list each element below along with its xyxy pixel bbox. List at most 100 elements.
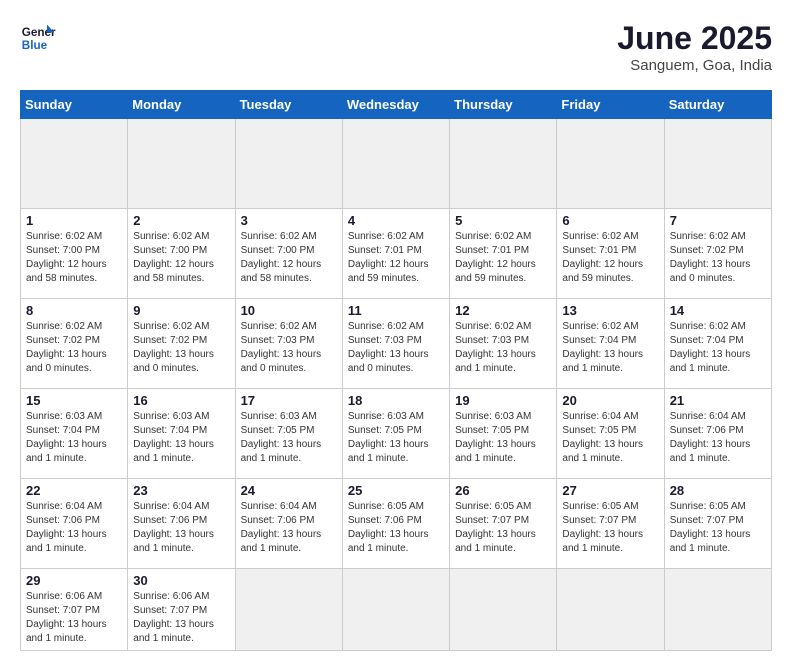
day-detail: Sunrise: 6:02 AMSunset: 7:03 PMDaylight:… xyxy=(241,320,337,376)
day-of-week-header: Saturday xyxy=(664,91,771,119)
day-detail: Sunrise: 6:04 AMSunset: 7:05 PMDaylight:… xyxy=(562,410,658,466)
month-title: June 2025 xyxy=(617,20,772,57)
day-detail: Sunrise: 6:05 AMSunset: 7:06 PMDaylight:… xyxy=(348,500,444,556)
day-detail: Sunrise: 6:03 AMSunset: 7:05 PMDaylight:… xyxy=(455,410,551,466)
day-detail: Sunrise: 6:03 AMSunset: 7:05 PMDaylight:… xyxy=(241,410,337,466)
logo: General Blue xyxy=(20,20,56,56)
calendar-day-cell: 20 Sunrise: 6:04 AMSunset: 7:05 PMDayligh… xyxy=(557,389,664,479)
day-number: 19 xyxy=(455,393,551,408)
day-of-week-header: Monday xyxy=(128,91,235,119)
calendar-week-row: 15 Sunrise: 6:03 AMSunset: 7:04 PMDayligh… xyxy=(21,389,772,479)
day-detail: Sunrise: 6:03 AMSunset: 7:05 PMDaylight:… xyxy=(348,410,444,466)
day-detail: Sunrise: 6:05 AMSunset: 7:07 PMDaylight:… xyxy=(670,500,766,556)
day-number: 5 xyxy=(455,213,551,228)
calendar-day-cell: 4 Sunrise: 6:02 AMSunset: 7:01 PMDaylight… xyxy=(342,209,449,299)
day-number: 1 xyxy=(26,213,122,228)
svg-text:General: General xyxy=(22,26,56,39)
calendar-day-cell: 15 Sunrise: 6:03 AMSunset: 7:04 PMDayligh… xyxy=(21,389,128,479)
calendar-day-cell: 16 Sunrise: 6:03 AMSunset: 7:04 PMDayligh… xyxy=(128,389,235,479)
calendar-day-cell: 24Sunrise: 6:04 AMSunset: 7:06 PMDayligh… xyxy=(235,479,342,569)
calendar-day-cell: 7 Sunrise: 6:02 AMSunset: 7:02 PMDaylight… xyxy=(664,209,771,299)
calendar-day-cell xyxy=(557,569,664,651)
calendar-day-cell xyxy=(664,569,771,651)
calendar-day-cell xyxy=(21,119,128,209)
calendar-table: SundayMondayTuesdayWednesdayThursdayFrid… xyxy=(20,90,772,651)
logo-icon: General Blue xyxy=(20,20,56,56)
day-number: 29 xyxy=(26,573,122,588)
day-number: 16 xyxy=(133,393,229,408)
calendar-week-row: 29 Sunrise: 6:06 AMSunset: 7:07 PMDayligh… xyxy=(21,569,772,651)
day-detail: Sunrise: 6:02 AMSunset: 7:04 PMDaylight:… xyxy=(670,320,766,376)
day-number: 20 xyxy=(562,393,658,408)
calendar-day-cell xyxy=(557,119,664,209)
calendar-day-cell: 2Sunrise: 6:02 AMSunset: 7:00 PMDaylight… xyxy=(128,209,235,299)
day-number: 6 xyxy=(562,213,658,228)
day-number: 21 xyxy=(670,393,766,408)
calendar-day-cell: 8Sunrise: 6:02 AMSunset: 7:02 PMDaylight… xyxy=(21,299,128,389)
calendar-day-cell xyxy=(342,569,449,651)
calendar-day-cell: 28 Sunrise: 6:05 AMSunset: 7:07 PMDayligh… xyxy=(664,479,771,569)
calendar-day-cell: 11 Sunrise: 6:02 AMSunset: 7:03 PMDayligh… xyxy=(342,299,449,389)
calendar-day-cell xyxy=(235,119,342,209)
calendar-day-cell: 17 Sunrise: 6:03 AMSunset: 7:05 PMDayligh… xyxy=(235,389,342,479)
svg-text:Blue: Blue xyxy=(22,39,48,52)
calendar-day-cell: 19 Sunrise: 6:03 AMSunset: 7:05 PMDayligh… xyxy=(450,389,557,479)
day-number: 17 xyxy=(241,393,337,408)
day-number: 27 xyxy=(562,483,658,498)
day-detail: Sunrise: 6:03 AMSunset: 7:04 PMDaylight:… xyxy=(26,410,122,466)
day-detail: Sunrise: 6:02 AMSunset: 7:01 PMDaylight:… xyxy=(348,230,444,286)
calendar-day-cell: 29 Sunrise: 6:06 AMSunset: 7:07 PMDayligh… xyxy=(21,569,128,651)
day-number: 13 xyxy=(562,303,658,318)
day-detail: Sunrise: 6:02 AMSunset: 7:00 PMDaylight:… xyxy=(241,230,337,286)
day-number: 2 xyxy=(133,213,229,228)
day-number: 8 xyxy=(26,303,122,318)
day-detail: Sunrise: 6:02 AMSunset: 7:03 PMDaylight:… xyxy=(348,320,444,376)
day-number: 10 xyxy=(241,303,337,318)
day-number: 11 xyxy=(348,303,444,318)
calendar-week-row: 1 Sunrise: 6:02 AMSunset: 7:00 PMDaylight… xyxy=(21,209,772,299)
day-number: 3 xyxy=(241,213,337,228)
day-detail: Sunrise: 6:06 AMSunset: 7:07 PMDaylight:… xyxy=(133,590,229,646)
day-number: 18 xyxy=(348,393,444,408)
page-header: General Blue June 2025 Sanguem, Goa, Ind… xyxy=(20,20,772,74)
calendar-day-cell: 27 Sunrise: 6:05 AMSunset: 7:07 PMDayligh… xyxy=(557,479,664,569)
calendar-day-cell xyxy=(235,569,342,651)
day-number: 24 xyxy=(241,483,337,498)
day-number: 9 xyxy=(133,303,229,318)
day-of-week-header: Wednesday xyxy=(342,91,449,119)
calendar-week-row: 8Sunrise: 6:02 AMSunset: 7:02 PMDaylight… xyxy=(21,299,772,389)
calendar-day-cell: 22Sunrise: 6:04 AMSunset: 7:06 PMDayligh… xyxy=(21,479,128,569)
calendar-day-cell: 6Sunrise: 6:02 AMSunset: 7:01 PMDaylight… xyxy=(557,209,664,299)
calendar-day-cell: 9Sunrise: 6:02 AMSunset: 7:02 PMDaylight… xyxy=(128,299,235,389)
calendar-day-cell xyxy=(128,119,235,209)
subtitle: Sanguem, Goa, India xyxy=(617,57,772,74)
calendar-day-cell: 5Sunrise: 6:02 AMSunset: 7:01 PMDaylight… xyxy=(450,209,557,299)
day-of-week-header: Tuesday xyxy=(235,91,342,119)
day-detail: Sunrise: 6:03 AMSunset: 7:04 PMDaylight:… xyxy=(133,410,229,466)
calendar-day-cell: 1Sunrise: 6:02 AMSunset: 7:00 PMDaylight… xyxy=(21,209,128,299)
calendar-day-cell: 25 Sunrise: 6:05 AMSunset: 7:06 PMDayligh… xyxy=(342,479,449,569)
day-number: 26 xyxy=(455,483,551,498)
calendar-day-cell xyxy=(450,569,557,651)
day-detail: Sunrise: 6:02 AMSunset: 7:03 PMDaylight:… xyxy=(455,320,551,376)
calendar-day-cell xyxy=(450,119,557,209)
day-number: 22 xyxy=(26,483,122,498)
title-area: June 2025 Sanguem, Goa, India xyxy=(617,20,772,74)
day-of-week-header: Friday xyxy=(557,91,664,119)
day-of-week-header: Sunday xyxy=(21,91,128,119)
day-number: 7 xyxy=(670,213,766,228)
day-number: 28 xyxy=(670,483,766,498)
day-detail: Sunrise: 6:05 AMSunset: 7:07 PMDaylight:… xyxy=(455,500,551,556)
day-number: 25 xyxy=(348,483,444,498)
calendar-day-cell: 12Sunrise: 6:02 AMSunset: 7:03 PMDayligh… xyxy=(450,299,557,389)
day-number: 4 xyxy=(348,213,444,228)
day-detail: Sunrise: 6:05 AMSunset: 7:07 PMDaylight:… xyxy=(562,500,658,556)
calendar-day-cell: 18 Sunrise: 6:03 AMSunset: 7:05 PMDayligh… xyxy=(342,389,449,479)
calendar-week-row xyxy=(21,119,772,209)
day-number: 15 xyxy=(26,393,122,408)
day-detail: Sunrise: 6:06 AMSunset: 7:07 PMDaylight:… xyxy=(26,590,122,646)
calendar-day-cell: 26 Sunrise: 6:05 AMSunset: 7:07 PMDayligh… xyxy=(450,479,557,569)
calendar-day-cell: 3 Sunrise: 6:02 AMSunset: 7:00 PMDaylight… xyxy=(235,209,342,299)
day-of-week-header: Thursday xyxy=(450,91,557,119)
day-detail: Sunrise: 6:02 AMSunset: 7:02 PMDaylight:… xyxy=(670,230,766,286)
